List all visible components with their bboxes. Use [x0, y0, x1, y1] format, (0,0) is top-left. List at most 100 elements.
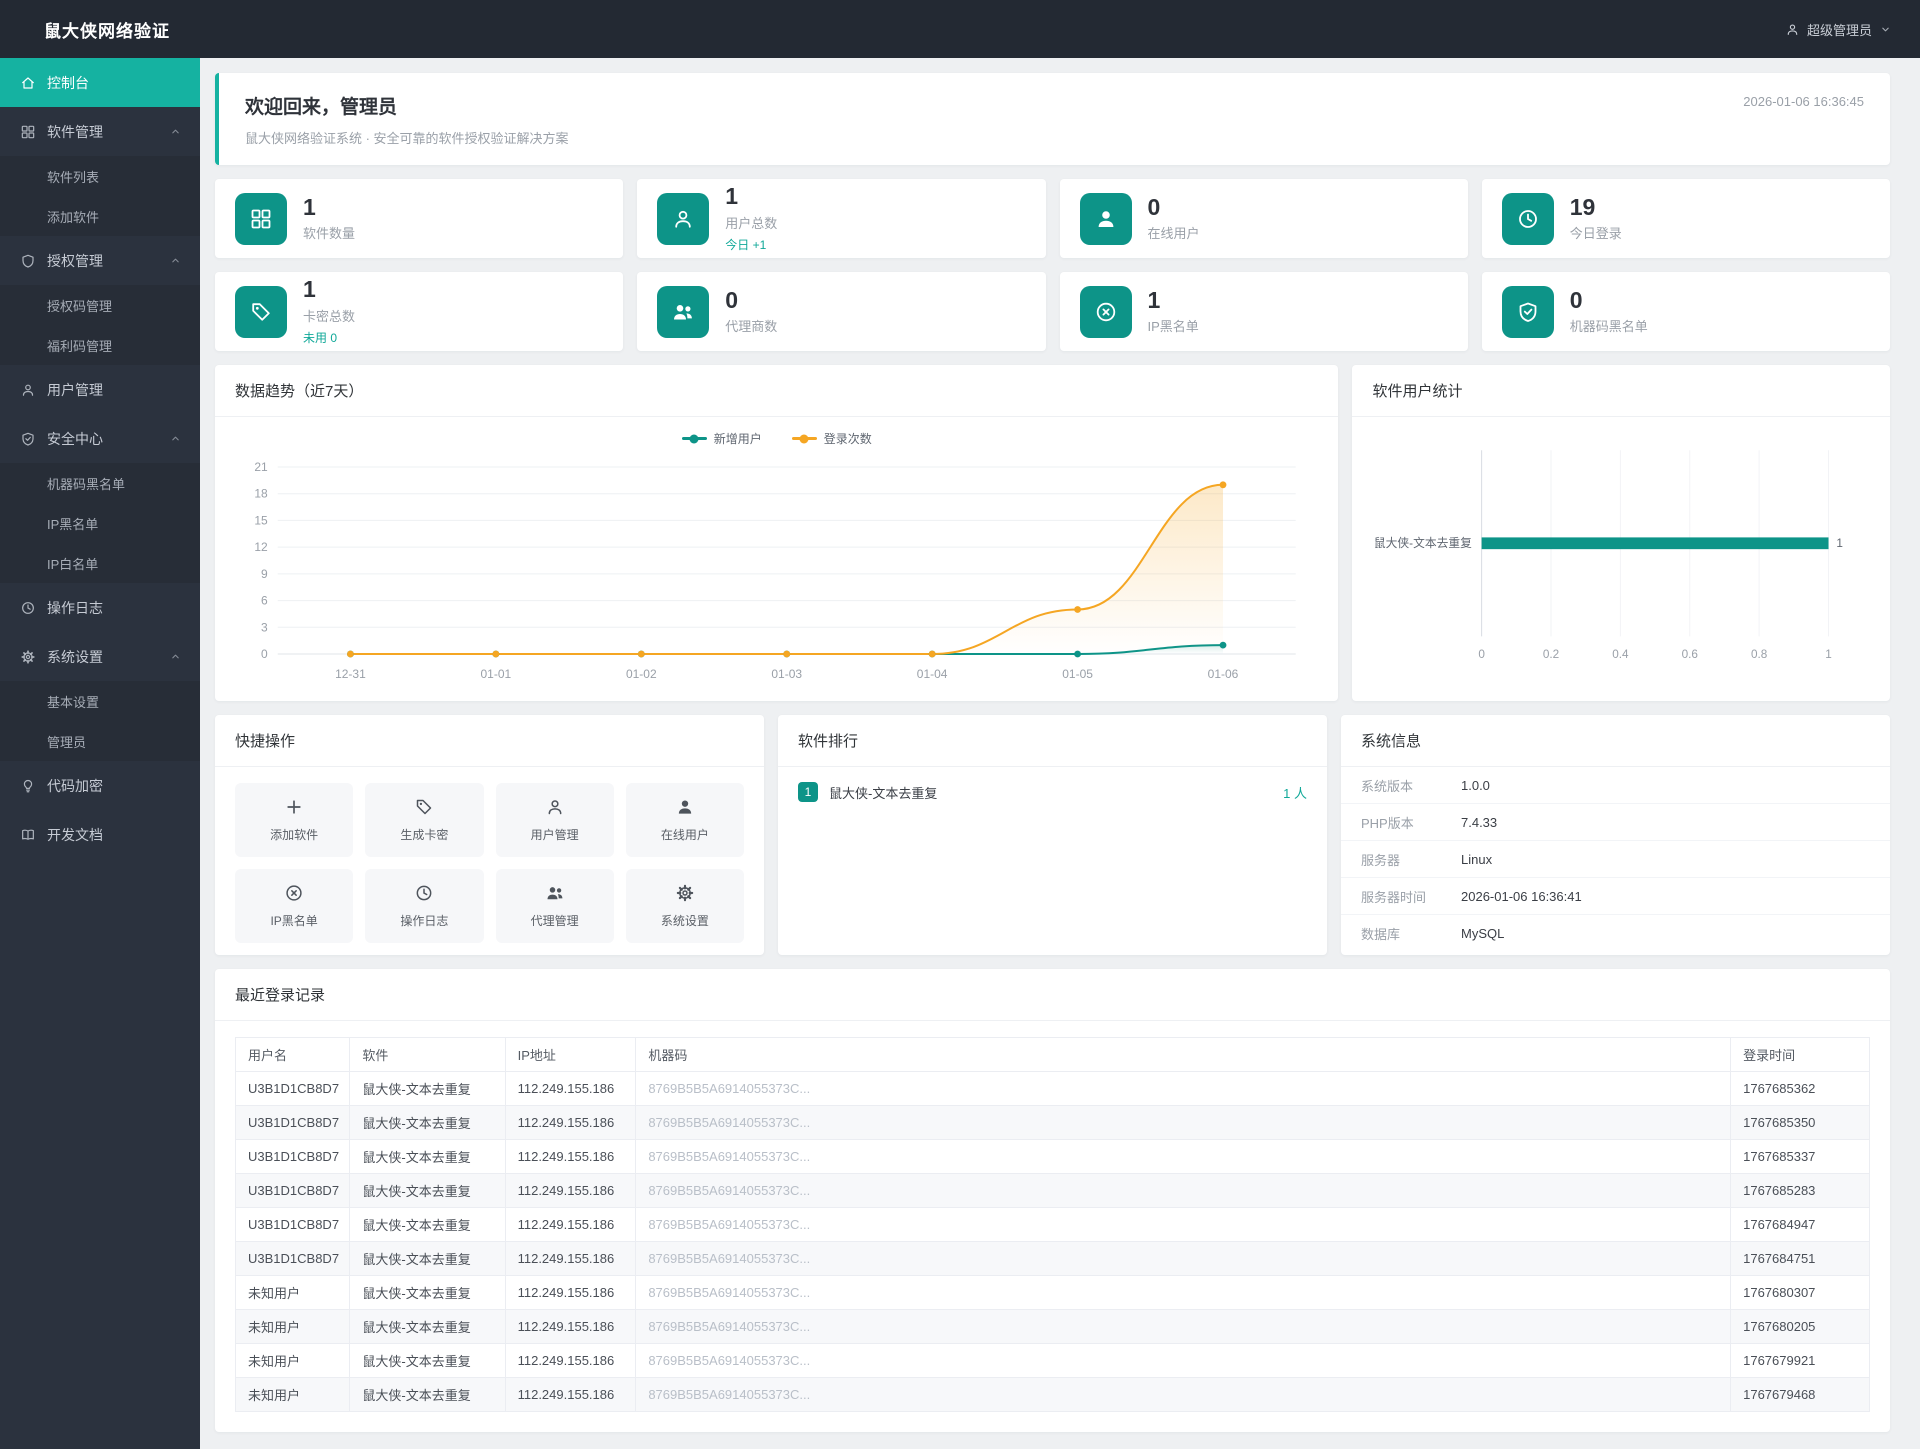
login-ip: 112.249.155.186	[504, 1071, 637, 1106]
system-info-label: 服务器时间	[1361, 889, 1427, 905]
stat-value: 1	[303, 193, 316, 220]
data-point	[1074, 606, 1081, 613]
login-username: U3B1D1CB8D7	[234, 1173, 351, 1208]
sidebar-item-software-list[interactable]: 软件列表	[0, 156, 200, 196]
software-ranking-title: 软件排行	[778, 715, 1327, 767]
ban-icon	[284, 883, 304, 903]
login-table-header-row: 用户名 软件 IP地址 机器码 登录时间	[234, 1037, 1870, 1072]
chevron-down-icon	[1879, 23, 1892, 36]
login-row: U3B1D1CB8D7 鼠大侠-文本去重复 112.249.155.186 87…	[234, 1139, 1870, 1174]
login-machine-code: 8769B5B5A6914055373C...	[635, 1377, 1732, 1412]
quick-action-user-management[interactable]: 用户管理	[495, 783, 614, 857]
sidebar-item-basic-settings[interactable]: 基本设置	[0, 681, 200, 721]
stat-label: IP黑名单	[1147, 319, 1199, 335]
x-axis-label: 01-06	[1208, 667, 1239, 681]
sidebar-item-welfare-codes[interactable]: 福利码管理	[0, 325, 200, 365]
data-point	[1219, 641, 1227, 649]
login-table-header-cell: 软件	[349, 1037, 506, 1072]
stat-card-user-total: 1 用户总数 今日 +1	[637, 179, 1046, 258]
gear-icon	[675, 883, 695, 903]
login-ip: 112.249.155.186	[504, 1139, 637, 1174]
y-axis-label: 6	[261, 594, 268, 608]
sidebar-item-dev-docs[interactable]: 开发文档	[0, 810, 200, 859]
quick-action-operation-log[interactable]: 操作日志	[365, 869, 484, 943]
login-row: 未知用户 鼠大侠-文本去重复 112.249.155.186 8769B5B5A…	[234, 1377, 1870, 1412]
y-axis-label: 3	[261, 620, 268, 634]
clock-icon	[414, 883, 434, 903]
quick-action-ip-blacklist[interactable]: IP黑名单	[235, 869, 354, 943]
sidebar-item-license-codes[interactable]: 授权码管理	[0, 285, 200, 325]
grid-icon	[235, 192, 287, 245]
quick-action-online-users[interactable]: 在线用户	[625, 783, 744, 857]
clock-icon	[1501, 192, 1554, 245]
series-area	[350, 484, 1224, 654]
sidebar-item-operation-log[interactable]: 操作日志	[0, 583, 200, 632]
system-info-label: 服务器	[1361, 852, 1401, 868]
data-point	[1219, 481, 1227, 489]
y-axis-label: 18	[254, 487, 268, 501]
quick-action-generate-keys[interactable]: 生成卡密	[365, 783, 484, 857]
trend-chart-svg: 0 3 6 9 12 15 18 21 12-31 01-01 01-02 01-03 01-04 01-…	[254, 460, 1296, 681]
login-machine-code: 8769B5B5A6914055373C...	[635, 1173, 1732, 1208]
login-username: U3B1D1CB8D7	[234, 1139, 351, 1174]
sidebar-item-administrators[interactable]: 管理员	[0, 721, 200, 761]
sidebar-item-code-encrypt[interactable]: 代码加密	[0, 761, 200, 810]
login-timestamp: 1767679468	[1730, 1377, 1870, 1412]
login-machine-code: 8769B5B5A6914055373C...	[635, 1207, 1732, 1242]
quick-action-agent-management[interactable]: 代理管理	[495, 869, 614, 943]
quick-action-add-software[interactable]: 添加软件	[235, 783, 354, 857]
login-ip: 112.249.155.186	[504, 1173, 637, 1208]
login-software: 鼠大侠-文本去重复	[349, 1377, 506, 1412]
sidebar-item-dashboard[interactable]: 控制台	[0, 58, 200, 107]
plus-icon	[284, 797, 304, 817]
user-filled-icon	[675, 797, 695, 817]
users-icon	[545, 883, 565, 903]
stat-label: 卡密总数	[303, 308, 356, 324]
login-machine-code: 8769B5B5A6914055373C...	[635, 1343, 1732, 1378]
system-info-label: 数据库	[1361, 927, 1401, 942]
legend-item[interactable]: 登录次数	[791, 430, 872, 447]
login-machine-code: 8769B5B5A6914055373C...	[635, 1309, 1732, 1344]
login-ip: 112.249.155.186	[504, 1241, 637, 1276]
quick-action-system-settings[interactable]: 系统设置	[625, 869, 744, 943]
legend-item[interactable]: 新增用户	[681, 430, 762, 447]
data-point	[347, 650, 354, 658]
software-ranking-list: 1 鼠大侠-文本去重复 1 人	[778, 767, 1327, 817]
stat-label: 用户总数	[725, 215, 778, 231]
y-axis-label: 12	[254, 540, 268, 554]
login-records-title: 最近登录记录	[215, 969, 1890, 1021]
sidebar-item-users[interactable]: 用户管理	[0, 365, 200, 414]
x-axis-label: 01-04	[917, 667, 948, 681]
system-info-label: 系统版本	[1361, 778, 1414, 794]
sidebar-item-ip-blacklist[interactable]: IP黑名单	[0, 503, 200, 543]
user-filled-icon	[1079, 192, 1132, 245]
system-info-value: 1.0.0	[1461, 777, 1490, 793]
login-timestamp: 1767684751	[1730, 1241, 1870, 1276]
login-username: 未知用户	[234, 1343, 351, 1378]
system-info-value: MySQL	[1461, 926, 1505, 941]
sidebar-item-label: 用户管理	[47, 381, 103, 398]
y-axis-label: 15	[254, 513, 268, 527]
x-axis-label: 01-02	[626, 667, 657, 681]
login-software: 鼠大侠-文本去重复	[349, 1275, 506, 1310]
login-username: 未知用户	[234, 1377, 351, 1412]
welcome-banner: 欢迎回来，管理员 鼠大侠网络验证系统 · 安全可靠的软件授权验证解决方案 202…	[215, 73, 1890, 165]
data-point	[637, 650, 645, 658]
sidebar-group-settings[interactable]: 系统设置	[0, 632, 200, 681]
user-icon	[657, 192, 710, 245]
sidebar-item-ip-whitelist[interactable]: IP白名单	[0, 543, 200, 583]
shield-check-icon	[1501, 285, 1554, 338]
top-bar: 鼠大侠网络验证 超级管理员	[0, 0, 1920, 58]
stat-card-today-logins: 19 今日登录	[1481, 179, 1890, 258]
sidebar-group-authorization[interactable]: 授权管理	[0, 236, 200, 285]
sidebar-item-label: 授权管理	[47, 252, 103, 269]
welcome-title: 欢迎回来，管理员	[245, 96, 398, 118]
sidebar-group-software[interactable]: 软件管理	[0, 107, 200, 156]
user-menu[interactable]: 超级管理员	[1785, 20, 1892, 39]
stat-note: 今日 +1	[725, 237, 767, 252]
sidebar-group-security[interactable]: 安全中心	[0, 414, 200, 463]
gear-icon	[20, 649, 36, 665]
sidebar-item-machine-blacklist[interactable]: 机器码黑名单	[0, 463, 200, 503]
sidebar-item-add-software[interactable]: 添加软件	[0, 196, 200, 236]
login-username: U3B1D1CB8D7	[234, 1241, 351, 1276]
